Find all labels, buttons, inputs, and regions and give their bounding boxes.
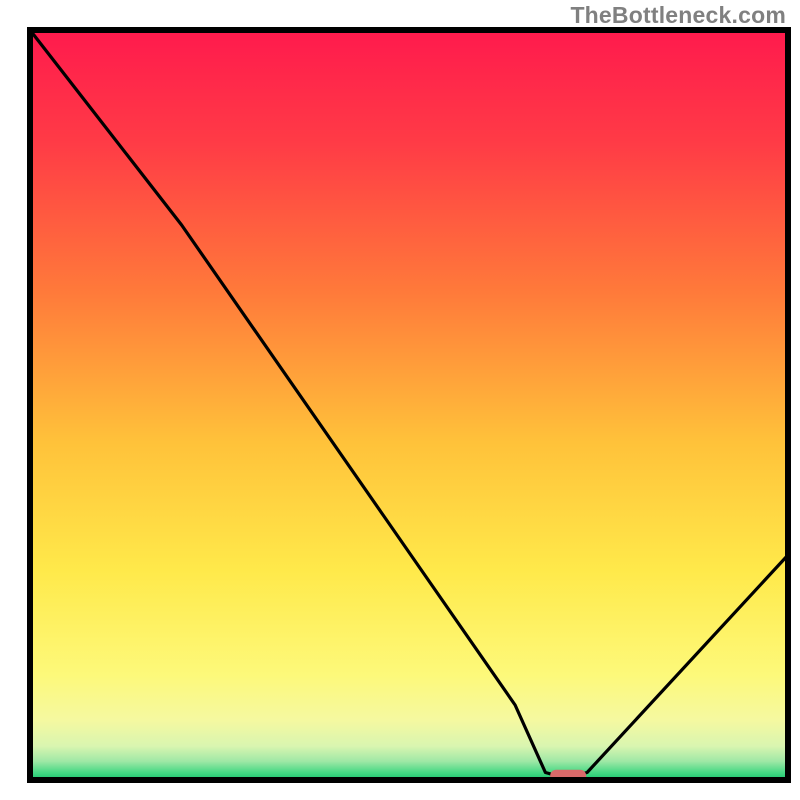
- gradient-background: [30, 30, 788, 780]
- chart-frame: TheBottleneck.com: [0, 0, 800, 800]
- bottleneck-chart: [0, 0, 800, 800]
- watermark-text: TheBottleneck.com: [570, 2, 786, 29]
